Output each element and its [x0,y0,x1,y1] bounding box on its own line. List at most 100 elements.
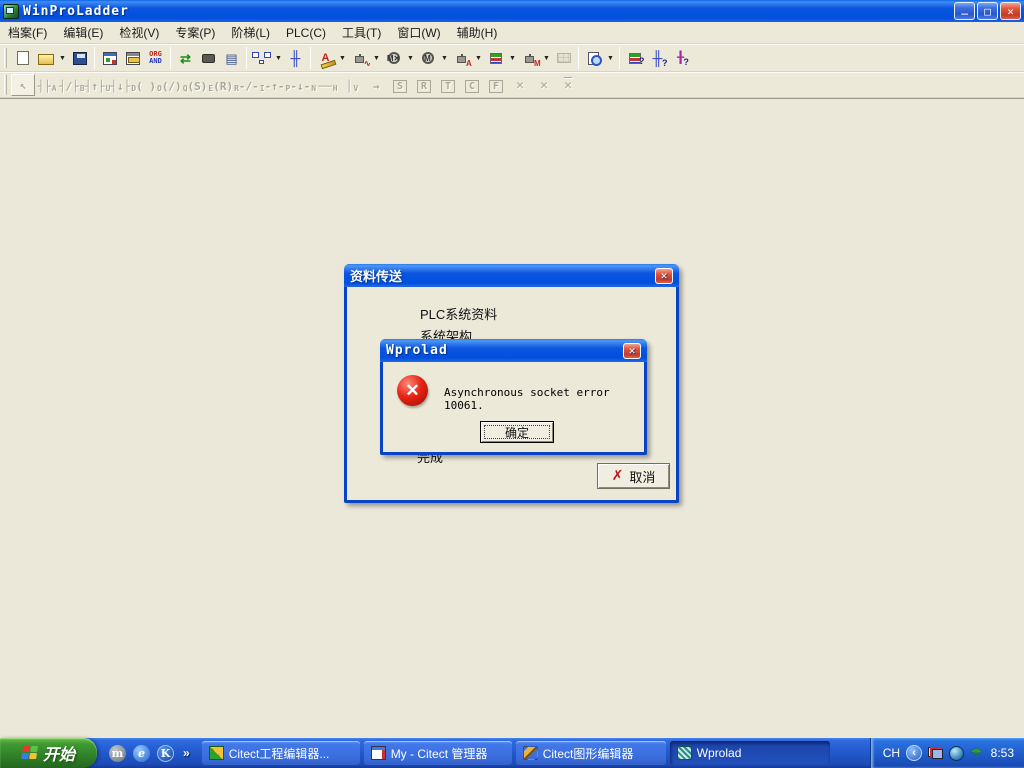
toolbar-grip[interactable] [4,48,7,68]
menu-item-4[interactable]: 阶梯(L) [223,21,278,44]
help-contact-button[interactable]: ╂? [669,47,692,70]
menu-item-8[interactable]: 辅助(H) [449,21,506,44]
clock[interactable]: 8:53 [991,746,1014,760]
open-project-button[interactable] [34,47,57,70]
status-list-dropdown[interactable]: ▼ [507,47,518,70]
plc-run-dropdown[interactable]: ▼ [371,47,382,70]
ladder-tool-→[interactable]: → [364,74,388,96]
find-view-button[interactable] [582,47,605,70]
menu-item-5[interactable]: PLC(C) [278,23,334,43]
menu-item-1[interactable]: 编辑(E) [55,21,111,44]
ladder-tool-✕[interactable]: ✕ [556,74,580,96]
taskbar-button-2[interactable]: Citect图形编辑器 [516,741,666,765]
ladder-network-button[interactable]: ╫ [284,47,307,70]
ladder-tool-O[interactable]: ( )O [136,74,162,96]
menu-item-0[interactable]: 档案(F) [0,21,55,44]
taskbar-button-0[interactable]: Citect工程编辑器... [202,741,360,765]
quick-launch-chevron[interactable]: » [183,746,190,760]
save-button[interactable] [68,47,91,70]
task-buttons: Citect工程编辑器... My - Citect 管理器Citect图形编辑器… [202,741,870,765]
help-ladder-button[interactable]: ╫? [646,47,669,70]
ladder-tool-R[interactable]: (R)R [213,74,239,96]
error-dialog-titlebar[interactable]: Wprolad ✕ [380,339,647,362]
internet-explorer-icon[interactable]: e [133,745,150,762]
ladder-tool-H[interactable]: ──H [316,74,340,96]
plc-run-button[interactable]: ∿ [348,47,371,70]
close-button[interactable]: ✕ [1000,2,1021,20]
ladder-tool-V[interactable]: │V [340,74,364,96]
plc-chip-button[interactable] [197,47,220,70]
status-list-button[interactable] [484,47,507,70]
cancel-button[interactable]: ✗ 取消 [597,463,670,489]
ladder-tool-U[interactable]: ┤↑├U [85,74,111,96]
find-view-dropdown[interactable]: ▼ [605,47,616,70]
ladder-tool-D[interactable]: ┤↓├D [110,74,136,96]
motor-icon: M [422,52,434,64]
maximize-button[interactable]: □ [977,2,998,20]
hide-icons-button[interactable]: ‹ [906,745,922,761]
new-document-icon [17,51,29,65]
ladder-tool-B[interactable]: ┤/├B [59,74,85,96]
transfer-dialog-close-button[interactable]: ✕ [655,268,673,284]
menu-item-2[interactable]: 检视(V) [111,21,167,44]
plug-m-dropdown[interactable]: ▼ [541,47,552,70]
ok-button[interactable]: 确定 [480,421,554,443]
ladder-tool-N[interactable]: -↓-N [290,74,316,96]
motor-stop-dropdown[interactable]: ▼ [405,47,416,70]
edit-element-button[interactable]: A [314,47,337,70]
motor-dropdown[interactable]: ▼ [439,47,450,70]
plug-m-button[interactable]: M [518,47,541,70]
ladder-tool-↖[interactable]: ↖ [11,74,35,96]
motor-button[interactable]: M [416,47,439,70]
ladder-tool-P[interactable]: -↑-P [265,74,291,96]
ladder-tool-✕[interactable]: ✕ [508,74,532,96]
plug-a-dropdown[interactable]: ▼ [473,47,484,70]
menu-item-3[interactable]: 专案(P) [167,21,223,44]
minimize-button[interactable]: ─ [954,2,975,20]
k-app-icon[interactable]: K [157,745,174,762]
maxthon-icon[interactable]: m [109,745,126,762]
help-status-button[interactable]: ? [623,47,646,70]
separator [170,47,171,69]
taskbar-button-label: Citect工程编辑器... [229,745,330,762]
open-dropdown[interactable]: ▼ [57,47,68,70]
project-window-button[interactable] [98,47,121,70]
instruction-view-button[interactable]: ORGAND [144,47,167,70]
edit-element-dropdown[interactable]: ▼ [337,47,348,70]
ladder-tool-T[interactable]: T [436,74,460,96]
ladder-tool-F[interactable]: F [484,74,508,96]
ladder-tool-R[interactable]: R [412,74,436,96]
ladder-tool-Q[interactable]: (/)Q [162,74,188,96]
ladder-tool-C[interactable]: C [460,74,484,96]
plc-transfer-button[interactable]: ⇄ [174,47,197,70]
language-indicator[interactable]: CH [883,746,900,760]
app-tray-icon[interactable] [949,746,964,761]
taskbar-button-3[interactable]: Wprolad [670,741,830,765]
ladder-tool-S[interactable]: S [388,74,412,96]
new-document-button[interactable] [11,47,34,70]
toolbar-grip[interactable] [4,75,7,95]
error-dialog-close-button[interactable]: ✕ [623,343,641,359]
ladder-tool-E[interactable]: (S)E [188,74,214,96]
ladder-window-button[interactable] [121,47,144,70]
menu-item-6[interactable]: 工具(T) [334,21,389,44]
taskbar-button-1[interactable]: My - Citect 管理器 [364,741,512,765]
menu-item-7[interactable]: 窗口(W) [389,21,448,44]
transfer-dialog-titlebar[interactable]: 资料传送 ✕ [344,264,679,287]
separator [578,47,579,69]
ladder-tool-I[interactable]: -/-I [239,74,265,96]
motor-x-icon: M✕ [388,52,400,64]
network-tray-icon[interactable] [928,747,943,759]
window-titlebar[interactable]: WinProLadder ─ □ ✕ [0,0,1024,22]
start-button[interactable]: 开始 [0,738,97,768]
start-label: 开始 [43,741,75,765]
plug-a-button[interactable]: A [450,47,473,70]
antivirus-umbrella-icon[interactable]: ☂ [970,745,983,762]
ladder-tool-A[interactable]: ┤├A [35,74,59,96]
ladder-tool-✕[interactable]: ✕ [532,74,556,96]
table-button-disabled[interactable] [552,47,575,70]
register-book-button[interactable]: ▤ [220,47,243,70]
motor-stop-button[interactable]: M✕ [382,47,405,70]
network-dropdown[interactable]: ▼ [273,47,284,70]
network-tree-button[interactable] [250,47,273,70]
